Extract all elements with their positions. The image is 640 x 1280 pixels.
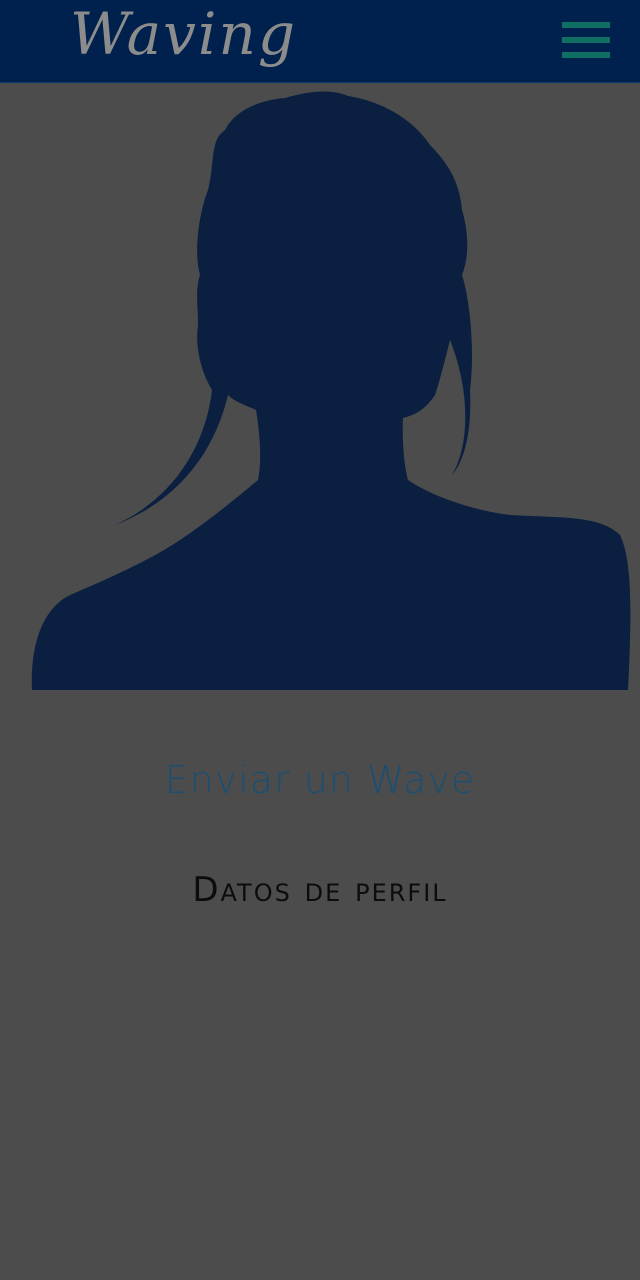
silhouette-shape <box>31 91 631 690</box>
menu-bar-top <box>562 22 610 28</box>
app-root: Waving Enviar un Wave Datos de perfil <box>0 0 640 1280</box>
female-silhouette-icon <box>31 91 631 690</box>
menu-bar-middle <box>562 37 610 43</box>
top-header: Waving <box>0 0 640 83</box>
menu-bar-bottom <box>562 52 610 58</box>
profile-data-heading: Datos de perfil <box>192 870 448 910</box>
send-wave-link[interactable]: Enviar un Wave <box>0 758 640 802</box>
logo[interactable]: Waving <box>70 0 297 74</box>
hamburger-menu-icon[interactable] <box>562 22 612 60</box>
profile-avatar <box>30 90 632 694</box>
